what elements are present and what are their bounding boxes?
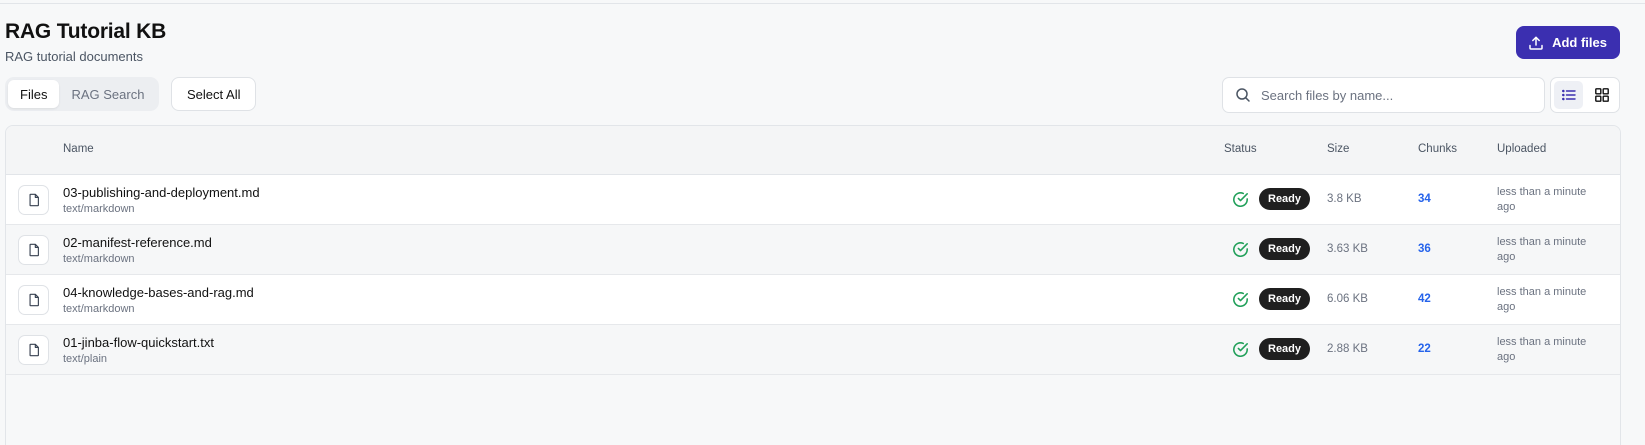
view-mode-toggle — [1550, 77, 1620, 113]
upload-icon — [1529, 36, 1543, 50]
column-header-chunks[interactable]: Chunks — [1418, 143, 1457, 155]
file-icon — [18, 335, 49, 365]
file-name[interactable]: 04-knowledge-bases-and-rag.md — [63, 285, 254, 300]
top-divider — [0, 3, 1645, 4]
search-box — [1222, 77, 1545, 113]
check-circle-icon — [1233, 292, 1248, 308]
file-name[interactable]: 02-manifest-reference.md — [63, 235, 212, 250]
file-size: 3.8 KB — [1327, 193, 1362, 205]
file-icon — [18, 285, 49, 315]
table-header: Name Status Size Chunks Uploaded — [6, 126, 1620, 175]
table-row[interactable]: 03-publishing-and-deployment.md text/mar… — [6, 175, 1620, 225]
file-size: 2.88 KB — [1327, 343, 1368, 355]
uploaded-time: less than a minute ago — [1497, 186, 1587, 213]
add-files-label: Add files — [1552, 35, 1607, 50]
table-row[interactable]: 04-knowledge-bases-and-rag.md text/markd… — [6, 275, 1620, 325]
column-header-size[interactable]: Size — [1327, 143, 1349, 155]
column-header-status[interactable]: Status — [1224, 143, 1257, 155]
select-all-button[interactable]: Select All — [171, 77, 257, 111]
files-table: Name Status Size Chunks Uploaded 03-publ… — [5, 125, 1621, 445]
check-circle-icon — [1233, 342, 1248, 358]
chunks-link[interactable]: 22 — [1418, 343, 1431, 355]
uploaded-time: less than a minute ago — [1497, 286, 1587, 313]
status-badge: Ready — [1259, 238, 1311, 260]
status-badge: Ready — [1259, 338, 1311, 360]
chunks-link[interactable]: 36 — [1418, 243, 1431, 255]
file-size: 3.63 KB — [1327, 243, 1368, 255]
page-header: RAG Tutorial KB RAG tutorial documents A… — [5, 18, 1620, 68]
table-row[interactable]: 01-jinba-flow-quickstart.txt text/plain … — [6, 325, 1620, 375]
check-circle-icon — [1233, 242, 1248, 258]
tab-rag-search[interactable]: RAG Search — [59, 80, 156, 108]
file-icon — [18, 235, 49, 265]
table-row[interactable]: 02-manifest-reference.md text/markdown R… — [6, 225, 1620, 275]
uploaded-time: less than a minute ago — [1497, 236, 1587, 263]
status-badge: Ready — [1259, 288, 1311, 310]
tab-files[interactable]: Files — [8, 80, 60, 108]
search-input[interactable] — [1261, 87, 1531, 103]
file-icon — [18, 185, 49, 215]
column-header-name[interactable]: Name — [63, 143, 94, 155]
file-type: text/markdown — [63, 253, 135, 265]
file-size: 6.06 KB — [1327, 293, 1368, 305]
chunks-link[interactable]: 42 — [1418, 293, 1431, 305]
status-badge: Ready — [1259, 188, 1311, 210]
add-files-button[interactable]: Add files — [1516, 26, 1620, 59]
grid-view-icon — [1594, 88, 1609, 102]
view-tabs: Files RAG Search — [5, 77, 160, 111]
file-name[interactable]: 01-jinba-flow-quickstart.txt — [63, 335, 214, 350]
grid-view-button[interactable] — [1587, 81, 1616, 109]
file-type: text/markdown — [63, 303, 135, 315]
file-name[interactable]: 03-publishing-and-deployment.md — [63, 185, 260, 200]
file-type: text/plain — [63, 353, 108, 365]
uploaded-time: less than a minute ago — [1497, 336, 1587, 363]
column-header-uploaded[interactable]: Uploaded — [1497, 143, 1546, 155]
file-type: text/markdown — [63, 203, 135, 215]
list-view-icon — [1561, 89, 1576, 101]
check-circle-icon — [1233, 192, 1248, 208]
page-title: RAG Tutorial KB — [5, 20, 167, 43]
page-subtitle: RAG tutorial documents — [5, 49, 144, 64]
toolbar: Files RAG Search Select All — [5, 77, 1620, 113]
list-view-button[interactable] — [1554, 81, 1583, 109]
chunks-link[interactable]: 34 — [1418, 193, 1431, 205]
table-body: 03-publishing-and-deployment.md text/mar… — [6, 175, 1620, 375]
search-icon — [1236, 88, 1250, 102]
